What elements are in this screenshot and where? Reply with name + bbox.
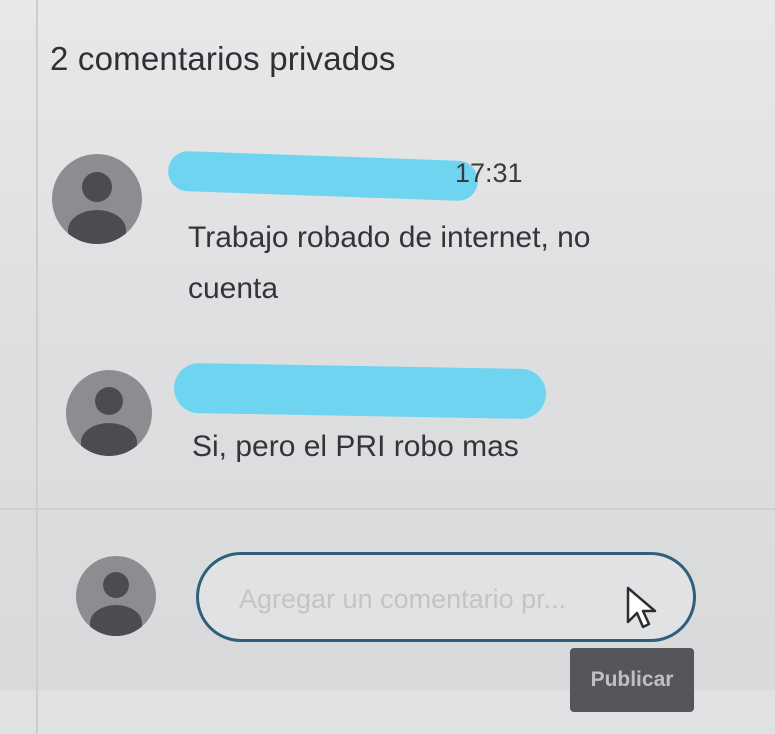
composer-divider xyxy=(0,508,775,510)
add-comment-input[interactable] xyxy=(237,579,641,619)
mouse-pointer-icon xyxy=(626,586,657,629)
comment-2-author-redaction xyxy=(173,362,547,420)
comment-1-avatar-icon xyxy=(52,154,142,244)
panel-edge-shadow xyxy=(36,0,38,734)
composer-avatar-icon xyxy=(76,556,156,636)
private-comments-title: 2 comentarios privados xyxy=(50,40,396,77)
publish-button[interactable]: Publicar xyxy=(570,648,694,712)
comment-2-text: Si, pero el PRI robo mas xyxy=(192,430,519,463)
comment-2-avatar-icon xyxy=(66,370,152,456)
private-comments-panel: 2 comentarios privados 17:31 Trabajo rob… xyxy=(0,0,775,734)
comment-1-timestamp: 17:31 xyxy=(455,158,523,188)
comment-1-text-line1: Trabajo robado de internet, no xyxy=(188,221,591,254)
comment-1-author-redaction xyxy=(167,150,479,202)
comment-1-text-line2: cuenta xyxy=(188,272,279,305)
